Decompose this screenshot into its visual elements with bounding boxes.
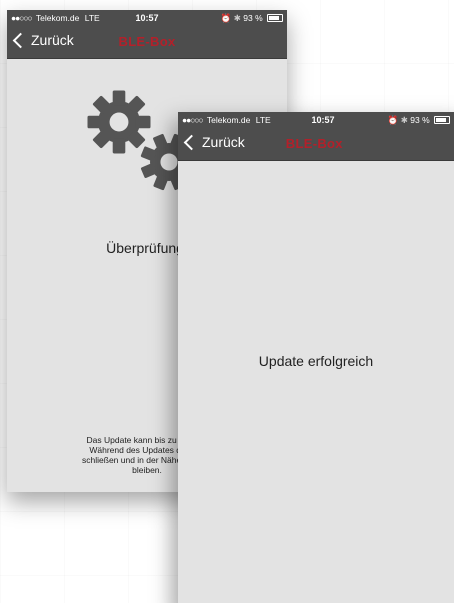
back-button[interactable]: Zurück (183, 134, 245, 150)
network-type: LTE (84, 13, 100, 23)
navigation-bar: Zurück BLE-Box (7, 27, 287, 59)
bluetooth-icon: ✱ (233, 13, 241, 23)
chevron-left-icon (183, 134, 200, 150)
battery-icon (267, 14, 283, 22)
navigation-bar: Zurück BLE-Box (178, 129, 454, 161)
back-button-label: Zurück (202, 134, 245, 150)
network-type: LTE (255, 115, 271, 125)
update-success-text: Update erfolgreich (258, 353, 374, 369)
status-bar: ●●○○○ Telekom.de LTE 10:57 ⏰ ✱ 93 % (7, 10, 287, 27)
chevron-left-icon (12, 32, 29, 48)
status-right: ⏰ ✱ 93 % (221, 13, 283, 24)
screenshot-collage: ●●○○○ Telekom.de LTE 10:57 ⏰ ✱ 93 % Zurü… (0, 0, 454, 603)
alarm-clock-icon: ⏰ (387, 115, 399, 125)
app-title: BLE-Box (118, 34, 176, 49)
back-button[interactable]: Zurück (12, 32, 74, 48)
app-title: BLE-Box (285, 136, 343, 151)
phone-screen-success: ●●○○○ Telekom.de LTE 10:57 ⏰ ✱ 93 % Zurü… (178, 112, 454, 603)
status-time: 10:57 (311, 115, 335, 125)
signal-carrier: ●●○○○ Telekom.de LTE (182, 115, 271, 125)
bluetooth-icon: ✱ (400, 115, 408, 125)
status-bar: ●●○○○ Telekom.de LTE 10:57 ⏰ ✱ 93 % (178, 112, 454, 129)
signal-strength-icon: ●●○○○ (182, 115, 204, 125)
carrier-name: Telekom.de (35, 13, 80, 23)
battery-percent: 93 % (243, 13, 263, 23)
status-time: 10:57 (135, 13, 159, 23)
status-right: ⏰ ✱ 93 % (388, 115, 450, 126)
battery-percent: 93 % (410, 115, 430, 125)
back-button-label: Zurück (31, 32, 74, 48)
battery-icon (434, 116, 450, 124)
carrier-name: Telekom.de (206, 115, 251, 125)
alarm-clock-icon: ⏰ (220, 13, 232, 23)
signal-carrier: ●●○○○ Telekom.de LTE (11, 13, 100, 23)
signal-strength-icon: ●●○○○ (11, 13, 33, 23)
